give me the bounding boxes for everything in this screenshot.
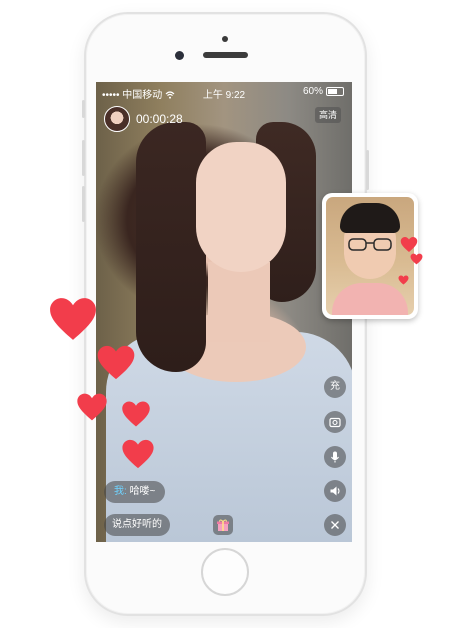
speaker-icon <box>330 486 340 496</box>
local-video-window[interactable] <box>322 193 418 319</box>
heart-icon <box>122 439 154 469</box>
heart-icon <box>77 393 107 421</box>
heart-icon <box>400 237 418 252</box>
microphone-button[interactable] <box>324 446 346 468</box>
local-video-shirt <box>332 283 408 315</box>
heart-icon <box>97 345 135 380</box>
local-video-feed <box>326 197 414 315</box>
glasses-icon <box>348 238 392 251</box>
heart-icon <box>398 275 409 285</box>
close-icon <box>331 521 339 529</box>
chat-sender: 我: <box>114 486 127 497</box>
speaker-button[interactable] <box>324 480 346 502</box>
camera-switch-button[interactable] <box>324 411 346 433</box>
chat-text: 哈喽~ <box>129 486 156 497</box>
remote-video-face <box>196 142 286 272</box>
status-bar: ••••• 中国移动 上午 9:22 60% <box>96 82 352 102</box>
gift-icon <box>217 519 229 531</box>
caller-avatar[interactable] <box>104 106 130 132</box>
video-call-screen: ••••• 中国移动 上午 9:22 60% 00:00:28 高清 充 我: … <box>96 82 352 542</box>
heart-icon <box>50 298 96 340</box>
chat-message: 我: 哈喽~ <box>104 481 166 503</box>
earpiece-speaker <box>203 52 248 58</box>
recharge-button[interactable]: 充 <box>324 376 346 398</box>
phone-power-button <box>366 150 369 190</box>
camera-switch-icon <box>329 417 341 428</box>
phone-side-button <box>82 100 85 118</box>
hang-up-button[interactable] <box>324 514 346 536</box>
front-camera <box>175 51 184 60</box>
battery-percent: 60% <box>302 86 323 97</box>
remote-video-hair-left <box>136 122 206 372</box>
battery-status: 60% <box>303 86 344 97</box>
battery-icon <box>326 87 344 96</box>
phone-volume-up <box>82 140 85 176</box>
call-duration: 00:00:28 <box>136 112 183 126</box>
phone-volume-down <box>82 186 85 222</box>
phone-sensor <box>222 36 228 42</box>
heart-icon <box>122 401 150 427</box>
heart-icon <box>410 253 423 265</box>
remote-video-neck <box>208 262 270 342</box>
chat-input[interactable]: 说点好听的 <box>104 514 170 536</box>
home-button[interactable] <box>201 548 249 596</box>
local-video-hair <box>340 203 400 233</box>
hd-quality-button[interactable]: 高清 <box>315 107 341 123</box>
gift-button[interactable] <box>213 515 233 535</box>
microphone-icon <box>331 451 339 463</box>
